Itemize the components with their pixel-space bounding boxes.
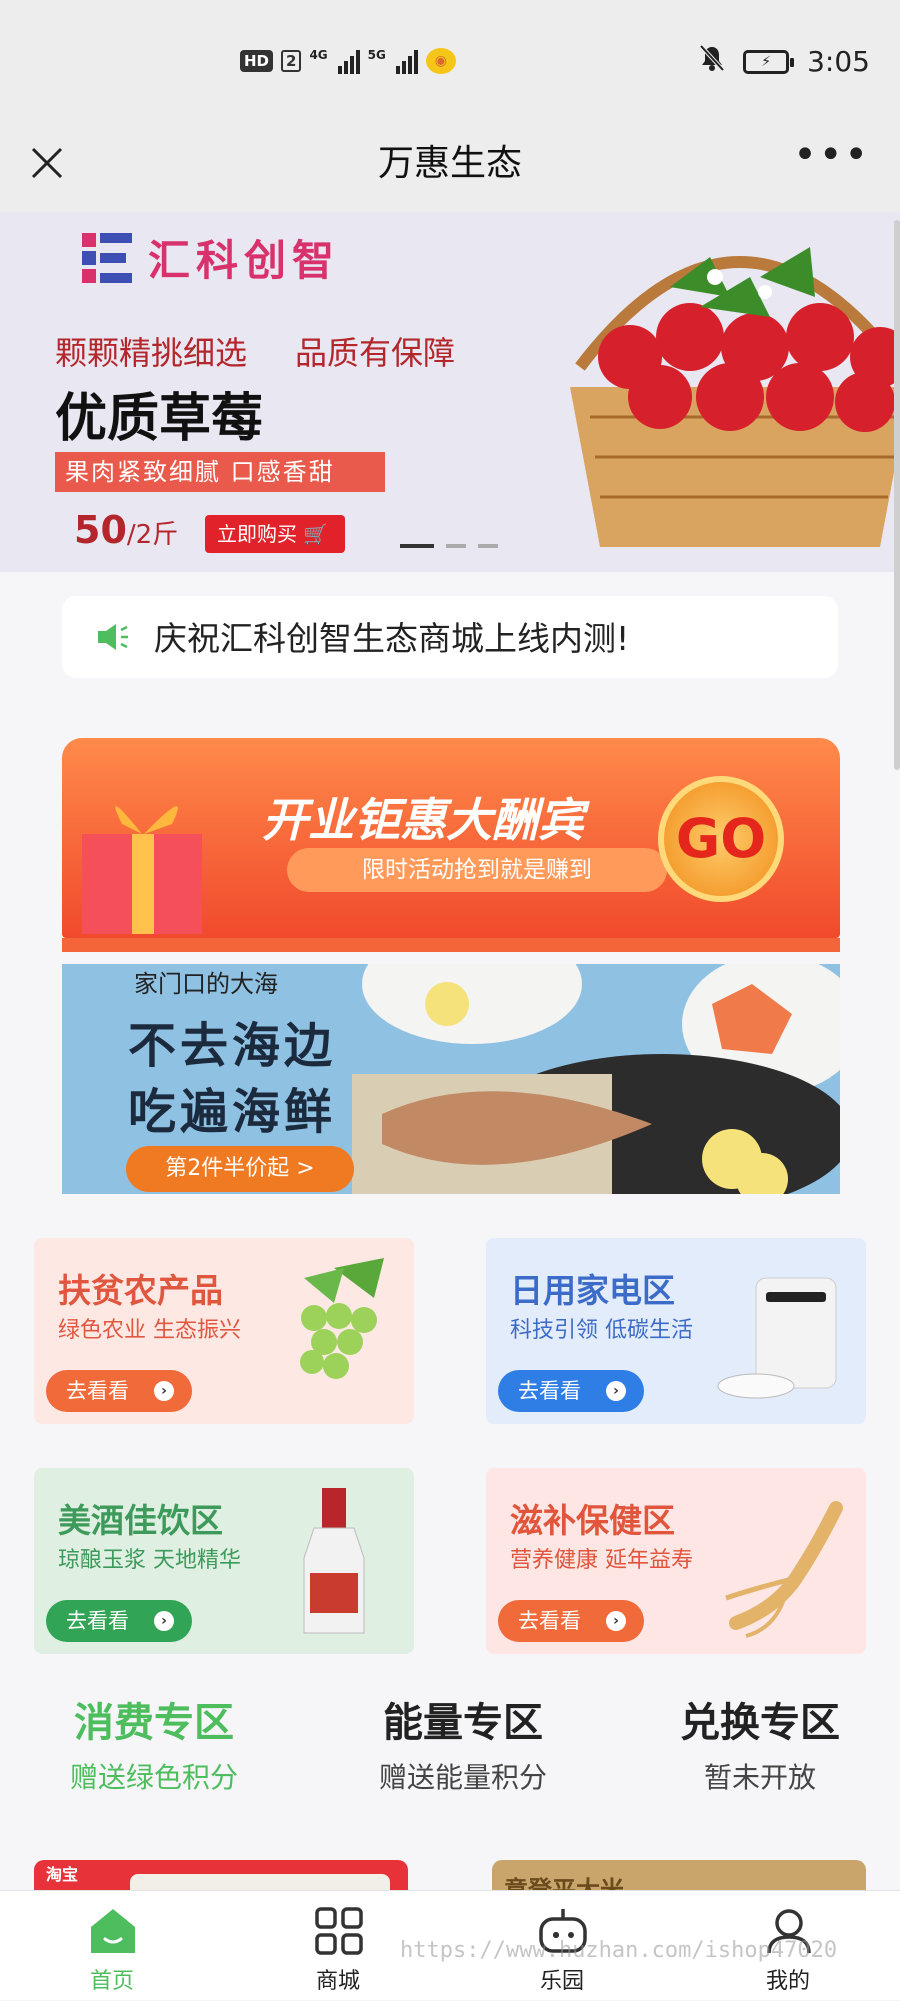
tab-mall[interactable]: 商城 (278, 1891, 398, 2001)
page-title: 万惠生态 (377, 143, 522, 184)
grapes-image (300, 1258, 384, 1379)
card-subtitle: 科技引领 低碳生活 (510, 1318, 693, 1343)
tab-home[interactable]: 首页 (52, 1891, 172, 2001)
banner-headline: 优质草莓 (55, 388, 264, 449)
view-button[interactable]: 去看看 › (498, 1370, 644, 1412)
liquor-bottle-image (303, 1488, 365, 1634)
card-subtitle: 营养健康 延年益寿 (510, 1548, 693, 1573)
zone-subtitle: 赠送绿色积分 (69, 1761, 238, 1794)
card-subtitle: 绿色农业 生态振兴 (58, 1318, 241, 1343)
weibo-icon: ◉ (425, 48, 456, 74)
tab-label: 我的 (765, 1969, 810, 1994)
go-button[interactable]: GO (658, 776, 784, 902)
chevron-right-icon: › (606, 1381, 626, 1401)
gift-box-icon (82, 806, 202, 934)
carousel-dot[interactable] (400, 544, 434, 548)
ginseng-image (725, 1501, 843, 1638)
tab-label: 商城 (315, 1969, 360, 1994)
brand: 汇科创智 (82, 227, 340, 288)
view-button[interactable]: 去看看 › (46, 1600, 192, 1642)
category-card-appliance[interactable]: 日用家电区 科技引领 低碳生活 去看看 › (486, 1238, 866, 1424)
chevron-right-icon: › (154, 1381, 174, 1401)
status-right: ⚡ 3:05 (699, 44, 870, 79)
chevron-right-icon: › (154, 1611, 174, 1631)
grid-icon (315, 1907, 363, 1955)
announcement-bar[interactable]: 庆祝汇科创智生态商城上线内测! (62, 596, 838, 678)
seafood-small-label: 家门口的大海 (134, 970, 278, 998)
promo-banner[interactable]: 开业钜惠大酬宾 限时活动抢到就是赚到 GO (62, 724, 840, 956)
more-icon[interactable]: ••• (793, 132, 870, 178)
battery-icon: ⚡ (743, 49, 795, 74)
category-card-wine[interactable]: 美酒佳饮区 琼酿玉浆 天地精华 去看看 › (34, 1468, 414, 1654)
carousel-dot[interactable] (446, 544, 466, 548)
status-indicators: HD 2 4G 5G ◉ (240, 48, 456, 74)
title-bar: 万惠生态 ••• (0, 130, 900, 212)
card-subtitle: 琼酿玉浆 天地精华 (58, 1548, 241, 1573)
zone-subtitle: 赠送能量积分 (378, 1761, 547, 1794)
category-card-health[interactable]: 滋补保健区 营养健康 延年益寿 去看看 › (486, 1468, 866, 1654)
brand-logo-icon (82, 232, 132, 283)
speaker-icon (98, 624, 128, 650)
zone-subtitle: 暂未开放 (703, 1761, 816, 1794)
sim-badge: 2 (281, 50, 302, 72)
banner-tagline: 果肉紧致细腻 口感香甜 (55, 452, 385, 492)
signal-icon (337, 48, 360, 74)
promo-subtitle: 限时活动抢到就是赚到 (287, 848, 667, 892)
seafood-banner[interactable]: 家门口的大海 不去海边 吃遍海鲜 第2件半价起 > (62, 964, 840, 1194)
cart-icon: 🛒 (303, 522, 329, 546)
view-button[interactable]: 去看看 › (498, 1600, 644, 1642)
hd-badge: HD (240, 50, 274, 72)
view-button[interactable]: 去看看 › (46, 1370, 192, 1412)
seafood-headline-1: 不去海边 (128, 1018, 337, 1074)
price-unit: /2斤 (126, 520, 179, 550)
home-icon (91, 1909, 135, 1953)
signal-icon-2 (395, 48, 418, 74)
status-bar: HD 2 4G 5G ◉ ⚡ 3:05 (0, 0, 900, 130)
carousel-dot[interactable] (478, 544, 498, 548)
category-card-farm[interactable]: 扶贫农产品 绿色农业 生态振兴 去看看 › (34, 1238, 414, 1424)
zones-row: 消费专区 赠送绿色积分 能量专区 赠送能量积分 兑换专区 暂未开放 (0, 1690, 900, 1800)
banner-carousel[interactable]: 汇科创智 颗颗精挑细选 品质有保障 优质草莓 果肉紧致细腻 口感香甜 50/2斤… (0, 212, 900, 572)
card-title: 扶贫农产品 (58, 1271, 223, 1310)
banner-line1: 颗颗精挑细选 (55, 334, 248, 372)
card-title: 滋补保健区 (510, 1501, 675, 1540)
tab-label: 乐园 (539, 1969, 584, 1994)
watermark: https://www.huzhan.com/ishop47020 (400, 1938, 838, 1963)
view-button-label: 去看看 (66, 1609, 129, 1633)
promo-base (62, 938, 840, 952)
zone-consume[interactable]: 消费专区 赠送绿色积分 (24, 1690, 284, 1796)
seafood-offer-button[interactable]: 第2件半价起 > (126, 1146, 354, 1192)
network-label-1: 4G (309, 48, 328, 62)
banner-line1b: 品质有保障 (295, 334, 456, 372)
seafood-headline-2: 吃遍海鲜 (128, 1084, 337, 1140)
robot-vacuum-image (717, 1277, 837, 1399)
buy-now-button[interactable]: 立即购买 🛒 (205, 515, 345, 553)
tab-label: 首页 (89, 1969, 134, 1994)
card-title: 日用家电区 (510, 1271, 675, 1310)
banner-price: 50/2斤 (74, 508, 178, 552)
view-button-label: 去看看 (518, 1609, 581, 1633)
zone-title: 能量专区 (383, 1700, 543, 1746)
network-label-2: 5G (367, 48, 386, 62)
zone-title: 兑换专区 (680, 1700, 840, 1746)
brand-name: 汇科创智 (148, 236, 341, 285)
card-title: 美酒佳饮区 (58, 1501, 223, 1540)
view-button-label: 去看看 (518, 1379, 581, 1403)
announcement-text: 庆祝汇科创智生态商城上线内测! (154, 619, 630, 658)
seafood-image (352, 964, 840, 1194)
price-value: 50 (74, 508, 127, 552)
zone-energy[interactable]: 能量专区 赠送能量积分 (333, 1690, 593, 1796)
carousel-dots (400, 544, 498, 548)
mute-bell-icon (699, 44, 725, 79)
view-button-label: 去看看 (66, 1379, 129, 1403)
clock: 3:05 (807, 45, 870, 78)
promo-title: 开业钜惠大酬宾 (262, 793, 584, 847)
zone-exchange[interactable]: 兑换专区 暂未开放 (630, 1690, 890, 1796)
strawberry-basket-image (570, 247, 900, 547)
scrollbar[interactable] (894, 220, 900, 770)
taobao-tag: 淘宝 (46, 1865, 79, 1884)
chevron-right-icon: › (606, 1611, 626, 1631)
buy-now-label: 立即购买 (217, 522, 297, 546)
zone-title: 消费专区 (74, 1700, 234, 1746)
